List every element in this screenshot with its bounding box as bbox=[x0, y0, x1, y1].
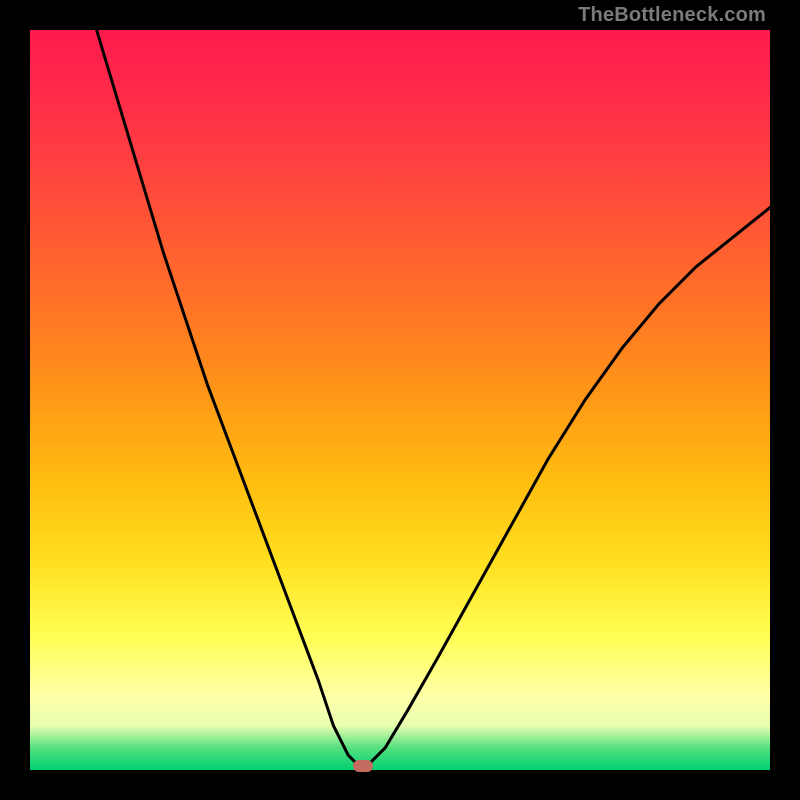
curve-svg bbox=[30, 30, 770, 770]
chart-container: TheBottleneck.com bbox=[0, 0, 800, 800]
min-marker bbox=[353, 760, 373, 772]
watermark-text: TheBottleneck.com bbox=[578, 4, 766, 27]
bottleneck-curve bbox=[97, 30, 770, 770]
plot-area bbox=[30, 30, 770, 770]
